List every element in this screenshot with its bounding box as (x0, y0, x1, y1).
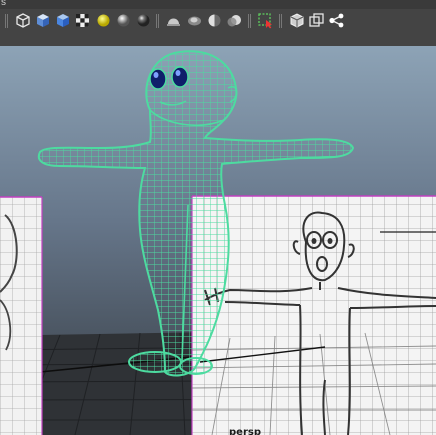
right-eye (171, 66, 189, 88)
hemisphere-icon[interactable] (165, 12, 182, 29)
shaded-sphere-icon[interactable] (135, 12, 152, 29)
checker-icon[interactable] (74, 12, 91, 29)
viewport-toolbar: s (0, 0, 436, 47)
ambient-occlusion-icon[interactable] (186, 12, 203, 29)
toolbar-separator (156, 14, 159, 28)
xray-icon[interactable] (308, 12, 325, 29)
camera-name-label: persp (229, 427, 261, 435)
image-plane-front (0, 196, 43, 435)
motion-blur-sphere-icon[interactable] (226, 12, 243, 29)
perspective-viewport[interactable] (0, 46, 436, 435)
toolbar-separator (248, 14, 251, 28)
left-eye (149, 68, 167, 90)
isolate-select-icon[interactable] (288, 12, 305, 29)
half-sphere-icon[interactable] (206, 12, 223, 29)
smooth-shade-cube-icon[interactable] (34, 12, 51, 29)
toolbar-separator (279, 14, 282, 28)
maya-viewport-panel: s persp (0, 0, 436, 435)
use-all-lights-icon[interactable] (95, 12, 112, 29)
textured-cube-icon[interactable] (54, 12, 71, 29)
toolbar-separator (5, 14, 8, 28)
menu-strip (0, 0, 436, 9)
select-highlight-icon[interactable] (257, 12, 274, 29)
default-light-sphere-icon[interactable] (115, 12, 132, 29)
share-node-icon[interactable] (328, 12, 345, 29)
menu-label-fragment: s (1, 0, 6, 8)
wireframe-cube-icon[interactable] (14, 12, 31, 29)
